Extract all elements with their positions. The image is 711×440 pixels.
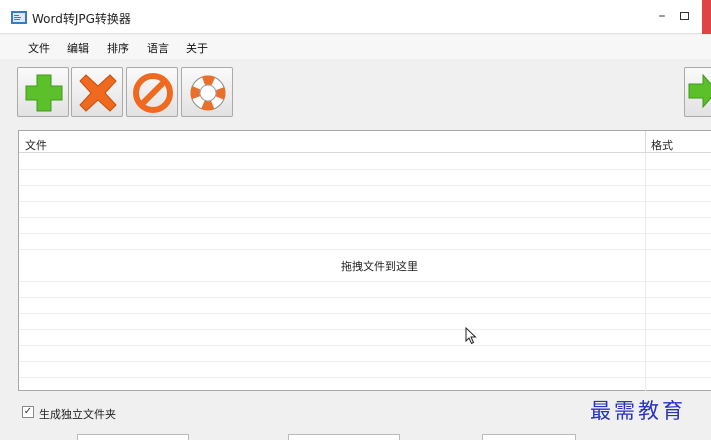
maximize-button[interactable] — [680, 12, 689, 20]
setting-field[interactable] — [288, 434, 400, 440]
row-gridline — [19, 313, 711, 314]
app-icon — [11, 11, 27, 24]
mouse-pointer-icon — [465, 327, 477, 345]
row-gridline — [19, 201, 711, 202]
add-button[interactable] — [17, 67, 69, 117]
output-settings-row — [0, 432, 711, 440]
row-gridline — [19, 185, 711, 186]
help-button[interactable] — [181, 67, 233, 117]
row-gridline — [19, 249, 711, 250]
column-divider[interactable] — [645, 131, 646, 153]
remove-button[interactable] — [71, 67, 123, 117]
prohibit-icon — [133, 73, 173, 113]
column-header-file[interactable]: 文件 — [25, 137, 47, 153]
menu-edit[interactable]: 编辑 — [67, 40, 89, 56]
close-button[interactable] — [702, 0, 711, 34]
row-gridline — [19, 233, 711, 234]
row-gridline — [19, 377, 711, 378]
arrow-right-icon — [688, 73, 711, 109]
subfolder-checkbox[interactable]: ✓ — [22, 406, 34, 418]
drop-hint: 拖拽文件到这里 — [341, 260, 418, 273]
column-header-format[interactable]: 格式 — [651, 137, 673, 153]
setting-field[interactable] — [482, 434, 576, 440]
row-gridline — [19, 281, 711, 282]
toolbar — [0, 60, 711, 128]
clear-button[interactable] — [126, 67, 178, 117]
menu-about[interactable]: 关于 — [186, 40, 208, 56]
x-icon — [79, 74, 117, 112]
title-bar: Word转JPG转换器 – — [0, 0, 711, 34]
minimize-button[interactable]: – — [652, 7, 672, 25]
menu-language[interactable]: 语言 — [147, 40, 169, 56]
convert-button[interactable] — [684, 67, 711, 117]
subfolder-label: 生成独立文件夹 — [39, 408, 116, 421]
file-list[interactable]: 文件 格式 拖拽文件到这里 — [18, 130, 711, 391]
lifebuoy-icon — [190, 75, 226, 111]
column-separator — [645, 153, 646, 391]
row-gridline — [19, 329, 711, 330]
window-title: Word转JPG转换器 — [32, 12, 131, 26]
row-gridline — [19, 297, 711, 298]
menu-file[interactable]: 文件 — [28, 40, 50, 56]
row-gridline — [19, 361, 711, 362]
row-gridline — [19, 345, 711, 346]
row-gridline — [19, 169, 711, 170]
file-list-header: 文件 格式 — [19, 131, 711, 153]
menu-bar: 文件 编辑 排序 语言 关于 — [0, 35, 711, 59]
row-gridline — [19, 217, 711, 218]
menu-sort[interactable]: 排序 — [107, 40, 129, 56]
setting-field[interactable] — [77, 434, 189, 440]
plus-icon — [25, 74, 63, 112]
watermark: 最需教育 — [590, 399, 686, 423]
